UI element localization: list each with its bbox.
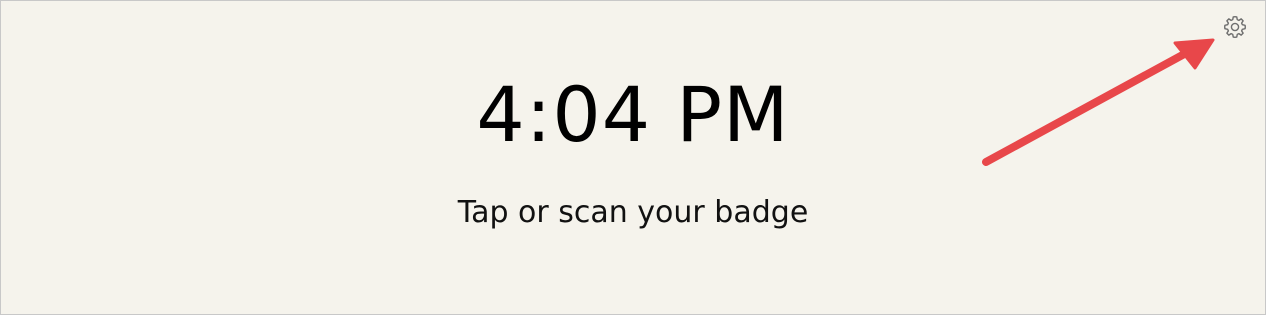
- gear-icon: [1224, 16, 1246, 38]
- settings-button[interactable]: [1221, 13, 1249, 41]
- clock-time: 4:04 PM: [476, 70, 790, 159]
- kiosk-screen: 4:04 PM Tap or scan your badge: [0, 0, 1266, 315]
- badge-prompt: Tap or scan your badge: [457, 195, 809, 230]
